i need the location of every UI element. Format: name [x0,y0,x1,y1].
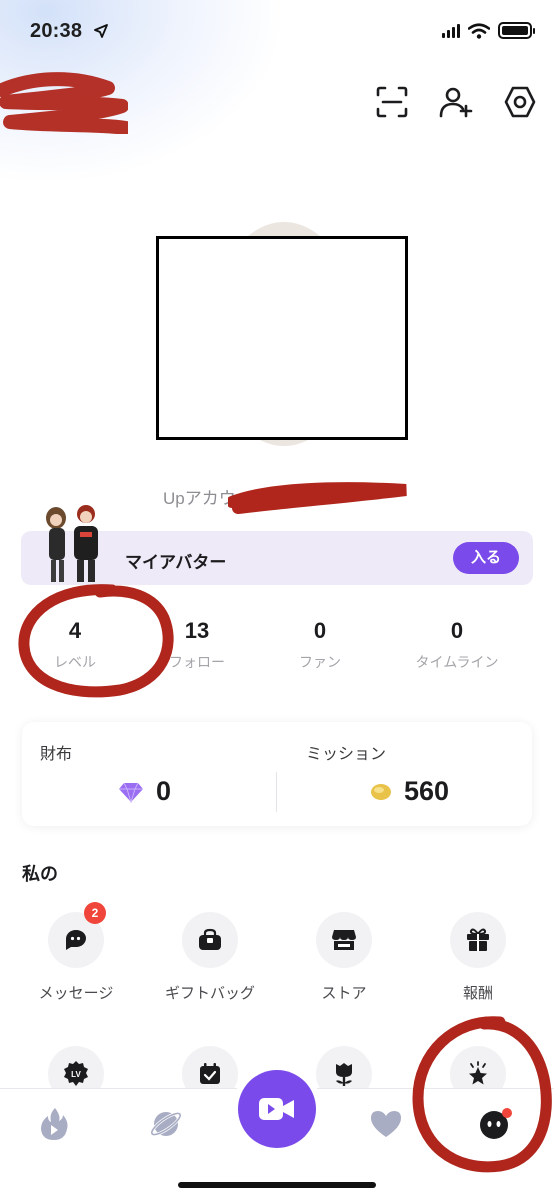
menu-store[interactable]: ストア [284,912,404,1003]
wallet-divider [276,772,277,812]
account-label: Upアカウ [163,489,236,508]
chat-bubble-icon [66,930,86,950]
redaction-scribble [0,72,128,134]
stat-timeline[interactable]: 0 タイムライン [387,618,527,672]
mission-value: 560 [404,776,450,806]
menu-gift-bag[interactable]: ギフトバッグ [150,912,270,1003]
location-arrow-icon [94,24,108,38]
diamond-icon [119,782,143,803]
flame-icon [41,1108,68,1140]
scan-icon[interactable] [374,84,410,120]
status-indicators [442,22,535,39]
svg-text:LV: LV [71,1070,81,1079]
tab-planet[interactable] [146,1104,186,1144]
menu-label: ギフトバッグ [164,985,255,1002]
flower-icon [336,1063,352,1086]
home-indicator [178,1182,376,1188]
stat-fans[interactable]: 0 ファン [250,618,390,672]
menu-rewards[interactable]: 報酬 [418,912,538,1003]
enter-button[interactable]: 入る [453,542,519,574]
tab-flame[interactable] [34,1104,74,1144]
settings-icon[interactable] [502,84,538,120]
store-icon [332,930,356,950]
gift-icon [467,928,489,951]
tab-heart[interactable] [366,1104,406,1144]
status-time: 20:38 [30,20,83,42]
avatar[interactable] [156,236,408,440]
annotation-circle [412,1016,552,1173]
menu-label: ストア [321,985,367,1002]
planet-icon [150,1111,182,1137]
redaction-scribble [228,482,407,514]
banner-title: マイアバター [125,553,227,572]
section-title: 私の [22,864,58,884]
cellular-signal-icon [442,23,460,38]
stat-timeline-label: タイムライン [415,654,499,670]
menu-label: メッセージ [38,985,114,1002]
wallet-label: 財布 [40,746,73,763]
wallet-balance[interactable]: 0 [118,776,171,807]
mission-balance[interactable]: 560 [370,776,449,807]
wallet-value: 0 [156,776,172,806]
add-friend-icon[interactable] [438,84,474,120]
heart-icon [371,1111,401,1137]
stat-timeline-value: 0 [450,618,464,643]
wallet-card: 財布 ミッション 0 560 [22,722,532,826]
mission-label: ミッション [306,746,387,763]
tab-live-video[interactable] [238,1070,316,1148]
menu-label: 報酬 [462,985,493,1002]
avatar-characters-image [46,505,98,582]
wifi-icon [468,22,490,39]
video-camera-icon [259,1098,294,1120]
calendar-check-icon [200,1063,220,1084]
level-icon: LV [64,1061,88,1086]
gift-bag-icon [199,928,221,950]
stat-fans-value: 0 [313,618,327,643]
message-badge: 2 [84,902,106,924]
stat-fans-label: ファン [299,654,341,670]
battery-icon [498,22,535,39]
menu-messages[interactable]: 2 メッセージ [16,902,136,1003]
profile-screen: 20:38 Upアカウ マイアバター 入る 4 レベル 13 フォロー 0 ファ… [0,0,554,1200]
annotation-circle [18,584,174,698]
coin-icon [371,783,391,800]
